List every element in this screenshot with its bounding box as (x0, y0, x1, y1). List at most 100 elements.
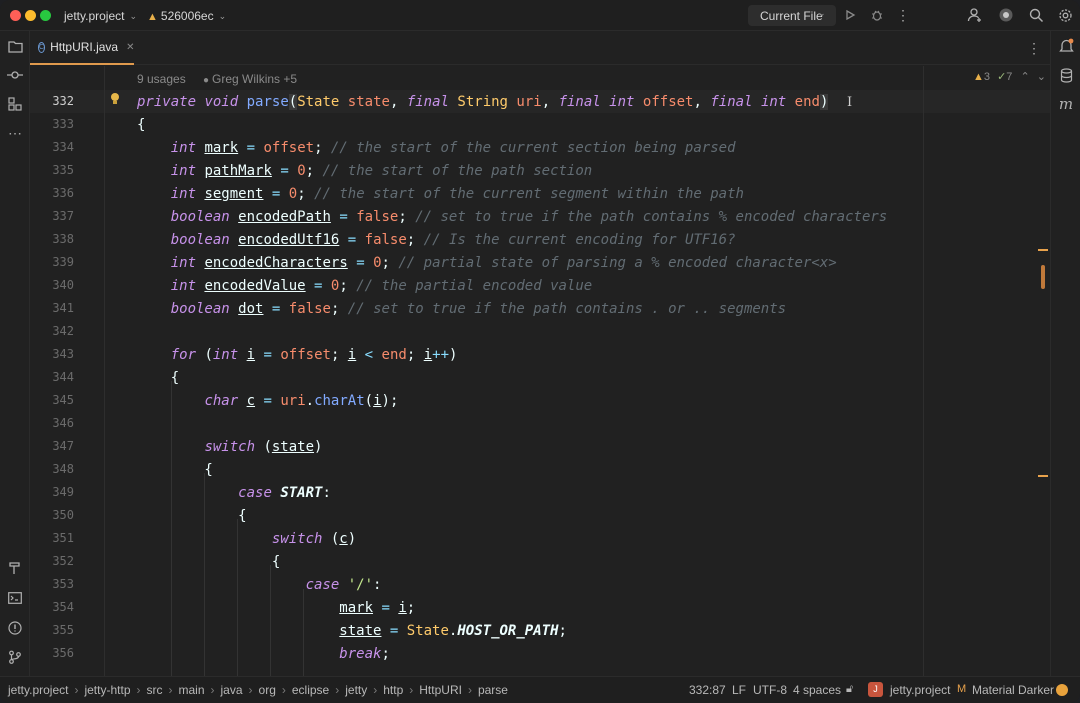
line-number[interactable]: 341 (30, 301, 74, 315)
line-number[interactable]: 332 (30, 94, 74, 108)
run-config-selector[interactable]: Current File ⌄ (748, 5, 836, 26)
line-number[interactable]: 337 (30, 209, 74, 223)
breadcrumb-item[interactable]: org (259, 683, 276, 697)
breadcrumb-separator-icon: › (136, 683, 141, 697)
left-tool-strip: ⋯ (0, 31, 30, 676)
line-number[interactable]: 349 (30, 485, 74, 499)
more-tools-icon[interactable]: ⋯ (6, 125, 24, 141)
inspection-widget[interactable]: ▲3 ✓7 ⌃ ⌄ (973, 70, 1046, 83)
line-number[interactable]: 350 (30, 508, 74, 522)
text-cursor-icon: I (847, 95, 853, 110)
breadcrumb-item[interactable]: src (147, 683, 163, 697)
code-line-336: int segment = 0; // the start of the cur… (170, 186, 744, 202)
code-editor[interactable]: 332 333 334 335 336 337 338 339 340 341 342 343 344 3… (30, 66, 1050, 676)
line-number[interactable]: 356 (30, 646, 74, 660)
warning-marker[interactable] (1038, 475, 1048, 477)
breadcrumb-item[interactable]: java (221, 683, 243, 697)
right-margin-guide (923, 66, 924, 676)
breadcrumb-item[interactable]: HttpURI (419, 683, 462, 697)
breadcrumb-separator-icon: › (74, 683, 79, 697)
breadcrumb-item[interactable]: jetty-http (84, 683, 130, 697)
breadcrumb-item[interactable]: eclipse (292, 683, 329, 697)
project-name[interactable]: jetty.project (890, 683, 950, 697)
check-count: 7 (1006, 71, 1013, 83)
project-selector[interactable]: jetty.project ⌄ (64, 9, 137, 23)
caret-position[interactable]: 332:87 (689, 683, 726, 697)
code-line-354: mark = i; (339, 600, 416, 616)
build-hammer-icon[interactable] (6, 560, 24, 576)
debug-icon[interactable] (869, 7, 885, 23)
minimize-window-button[interactable] (25, 10, 36, 21)
line-number[interactable]: 352 (30, 554, 74, 568)
chevron-up-icon[interactable]: ⌃ (1020, 71, 1029, 83)
breadcrumb-item[interactable]: parse (478, 683, 508, 697)
author-info[interactable]: ● Greg Wilkins +5 (203, 72, 297, 86)
problems-icon[interactable] (6, 620, 24, 636)
code-with-me-icon[interactable] (997, 6, 1015, 24)
add-user-icon[interactable] (966, 6, 984, 24)
line-number[interactable]: 342 (30, 324, 74, 338)
file-encoding[interactable]: UTF-8 (753, 683, 787, 697)
chevron-down-icon: ⌄ (129, 11, 138, 21)
usages-link[interactable]: 9 usages (137, 72, 186, 86)
settings-gear-icon[interactable] (1056, 6, 1074, 24)
close-tab-icon[interactable]: ✕ (126, 42, 134, 53)
breadcrumb-separator-icon: › (335, 683, 340, 697)
line-number[interactable]: 348 (30, 462, 74, 476)
warning-marker[interactable] (1038, 249, 1048, 251)
breadcrumb-separator-icon: › (248, 683, 253, 697)
code-line-340: int encodedValue = 0; // the partial enc… (170, 278, 593, 294)
notifications-bell-icon[interactable] (1057, 37, 1075, 55)
more-actions-icon[interactable]: ⋮ (896, 6, 910, 24)
line-number[interactable]: 351 (30, 531, 74, 545)
line-number[interactable]: 339 (30, 255, 74, 269)
branch-selector[interactable]: ▲ 526006ec ⌄ (147, 9, 226, 23)
code-line-344: { (137, 370, 180, 386)
line-number[interactable]: 346 (30, 416, 74, 430)
commit-icon[interactable] (6, 67, 24, 83)
tab-options-icon[interactable]: ⋮ (1027, 40, 1041, 56)
authors-label: Greg Wilkins +5 (212, 72, 298, 86)
close-window-button[interactable] (10, 10, 21, 21)
project-folder-icon[interactable] (6, 38, 24, 54)
breadcrumb-item[interactable]: jetty.project (8, 683, 68, 697)
breadcrumb-item[interactable]: main (179, 683, 205, 697)
line-number[interactable]: 344 (30, 370, 74, 384)
search-icon[interactable] (1027, 6, 1045, 24)
notification-dot-icon[interactable] (1056, 684, 1068, 696)
line-number[interactable]: 340 (30, 278, 74, 292)
chevron-down-icon[interactable]: ⌄ (1037, 71, 1046, 83)
run-icon[interactable] (842, 7, 858, 23)
maven-icon[interactable]: m (1057, 95, 1075, 113)
line-number[interactable]: 336 (30, 186, 74, 200)
scrollbar-thumb[interactable] (1041, 265, 1045, 289)
line-number[interactable]: 343 (30, 347, 74, 361)
line-number[interactable]: 355 (30, 623, 74, 637)
line-number[interactable]: 334 (30, 140, 74, 154)
git-icon[interactable] (6, 649, 24, 665)
line-number[interactable]: 353 (30, 577, 74, 591)
line-number[interactable]: 345 (30, 393, 74, 407)
tab-httpuri-java[interactable]: C HttpURI.java ✕ (30, 31, 134, 65)
code-line-349: case START: (238, 485, 331, 501)
line-number[interactable]: 354 (30, 600, 74, 614)
person-icon: ● (203, 75, 210, 86)
line-number[interactable]: 333 (30, 117, 74, 131)
code-line-343: for (int i = offset; i < end; i++) (170, 347, 458, 363)
code-line-332: private void parse(State state, final St… (137, 94, 829, 110)
breadcrumb-item[interactable]: http (383, 683, 403, 697)
line-number[interactable]: 347 (30, 439, 74, 453)
indent-setting[interactable]: 4 spaces (793, 683, 841, 697)
terminal-icon[interactable] (6, 590, 24, 606)
ide-window: jetty.project ⌄ ▲ 526006ec ⌄ Current File ⌄… (0, 0, 1080, 703)
breadcrumb-item[interactable]: jetty (345, 683, 367, 697)
zoom-window-button[interactable] (40, 10, 51, 21)
line-separator[interactable]: LF (732, 683, 746, 697)
lightbulb-icon[interactable] (110, 92, 120, 111)
theme-name[interactable]: Material Darker (972, 683, 1054, 697)
structure-icon[interactable] (6, 96, 24, 112)
database-icon[interactable] (1057, 66, 1075, 84)
line-number[interactable]: 335 (30, 163, 74, 177)
lock-icon[interactable]: 🔓︎ (846, 683, 853, 696)
line-number[interactable]: 338 (30, 232, 74, 246)
